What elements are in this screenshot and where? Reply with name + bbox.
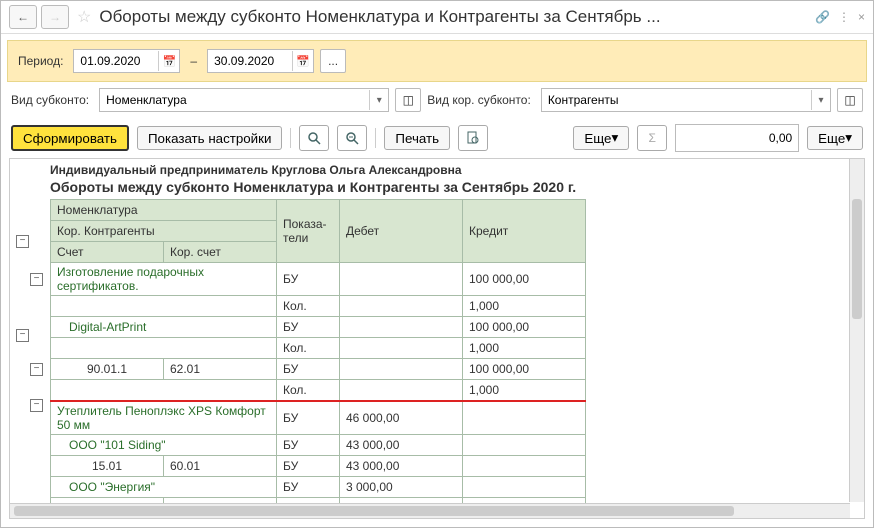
preview-button[interactable]: [458, 125, 488, 151]
col-pokaz: Показа- тели: [277, 200, 340, 263]
report-table: Номенклатура Показа- тели Дебет Кредит К…: [50, 199, 586, 519]
table-row[interactable]: Утеплитель Пеноплэкс XPS Комфорт 50 ммБУ…: [51, 401, 586, 435]
zoom-in-button[interactable]: [299, 125, 329, 151]
sum-button[interactable]: Σ: [637, 125, 667, 151]
chevron-down-icon[interactable]: ▾: [811, 90, 830, 110]
table-row[interactable]: Digital-ArtPrintБУ100 000,00: [51, 317, 586, 338]
kor-subkonto-label: Вид кор. субконто:: [427, 93, 531, 107]
table-row[interactable]: ООО "101 Siding"БУ43 000,00: [51, 435, 586, 456]
tree-collapse-button[interactable]: −: [30, 363, 43, 376]
kor-subkonto-combo[interactable]: ▾: [541, 88, 831, 112]
org-name: Индивидуальный предприниматель Круглова …: [50, 163, 860, 177]
tree-collapse-button[interactable]: −: [16, 329, 29, 342]
calendar-icon[interactable]: 📅: [292, 51, 313, 71]
col-debet: Дебет: [340, 200, 463, 263]
date-to-input[interactable]: [208, 52, 292, 70]
kor-subkonto-ext-button[interactable]: ◫: [837, 88, 863, 112]
sum-input[interactable]: [675, 124, 799, 152]
more-button[interactable]: Еще ▾: [573, 126, 629, 150]
tree-collapse-button[interactable]: −: [16, 235, 29, 248]
report-title: Обороты между субконто Номенклатура и Ко…: [50, 179, 860, 195]
table-row[interactable]: Кол.1,000: [51, 296, 586, 317]
back-button[interactable]: ←: [9, 5, 37, 29]
kor-subkonto-input[interactable]: [542, 91, 811, 109]
vertical-scrollbar[interactable]: [849, 159, 864, 502]
date-from[interactable]: 📅: [73, 49, 180, 73]
col-korschet: Кор. счет: [164, 242, 277, 263]
settings-button[interactable]: Показать настройки: [137, 126, 282, 150]
period-label: Период:: [18, 54, 63, 68]
calendar-icon[interactable]: 📅: [158, 51, 179, 71]
period-more-button[interactable]: ...: [320, 49, 346, 73]
tree-collapse-button[interactable]: −: [30, 399, 43, 412]
link-icon[interactable]: 🔗: [815, 10, 830, 24]
col-nomen: Номенклатура: [51, 200, 277, 221]
star-icon[interactable]: ☆: [77, 7, 91, 27]
form-button[interactable]: Сформировать: [11, 125, 129, 151]
horizontal-scrollbar[interactable]: [10, 503, 850, 518]
subkonto-input[interactable]: [100, 91, 369, 109]
col-kor: Кор. Контрагенты: [51, 221, 277, 242]
forward-button[interactable]: →: [41, 5, 69, 29]
table-row[interactable]: Кол.1,000: [51, 338, 586, 359]
subkonto-combo[interactable]: ▾: [99, 88, 389, 112]
report-area: Индивидуальный предприниматель Круглова …: [9, 158, 865, 519]
date-dash: –: [186, 54, 201, 68]
table-row[interactable]: ООО "Энергия"БУ3 000,00: [51, 477, 586, 498]
date-from-input[interactable]: [74, 52, 158, 70]
table-row[interactable]: 90.01.162.01БУ100 000,00: [51, 359, 586, 380]
chevron-down-icon[interactable]: ▾: [369, 90, 388, 110]
window-title: Обороты между субконто Номенклатура и Ко…: [99, 7, 811, 27]
print-button[interactable]: Печать: [384, 126, 450, 150]
zoom-out-button[interactable]: [337, 125, 367, 151]
table-row[interactable]: 15.0160.01БУ43 000,00: [51, 456, 586, 477]
more2-button[interactable]: Еще ▾: [807, 126, 863, 150]
col-kredit: Кредит: [463, 200, 586, 263]
close-icon[interactable]: ×: [858, 10, 865, 24]
date-to[interactable]: 📅: [207, 49, 314, 73]
menu-icon[interactable]: ⋮: [838, 10, 850, 24]
tree-collapse-button[interactable]: −: [30, 273, 43, 286]
col-schet: Счет: [51, 242, 164, 263]
subkonto-label: Вид субконто:: [11, 93, 89, 107]
table-row[interactable]: Изготовление подарочных сертификатов.БУ1…: [51, 263, 586, 296]
table-row[interactable]: Кол.1,000: [51, 380, 586, 402]
subkonto-ext-button[interactable]: ◫: [395, 88, 421, 112]
